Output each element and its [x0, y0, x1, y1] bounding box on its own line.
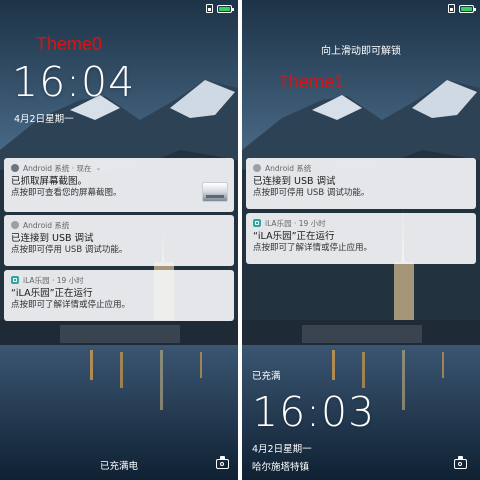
- notification-app-name: Android 系统 · 现在: [23, 163, 92, 173]
- camera-icon[interactable]: [454, 456, 467, 469]
- theme-label: Theme0: [36, 34, 103, 54]
- notification-ila-running[interactable]: iLA乐园 · 19 小时 “iLA乐园”正在运行 点按即可了解详情或停止应用。: [246, 213, 476, 264]
- lockscreen-clock: 16:03: [252, 388, 376, 436]
- notification-app-name: Android 系统: [265, 163, 312, 173]
- notification-title: 已连接到 USB 调试: [253, 176, 336, 187]
- notification-usb-debugging[interactable]: Android 系统 已连接到 USB 调试 点按即可停用 USB 调试功能。: [246, 158, 476, 209]
- notification-app-name: iLA乐园 · 19 小时: [23, 275, 84, 285]
- notification-body: 点按即可停用 USB 调试功能。: [11, 245, 128, 255]
- notification-app-name: Android 系统: [23, 220, 70, 230]
- notification-ila-running[interactable]: iLA乐园 · 19 小时 “iLA乐园”正在运行 点按即可了解详情或停止应用。: [4, 270, 234, 321]
- lockscreen-theme0: Theme0 16:04 4月2日星期一 Android 系统 · 现在 ⌄ 已…: [0, 0, 238, 480]
- chevron-down-icon[interactable]: ⌄: [96, 164, 102, 172]
- lockscreen-date: 4月2日星期一: [14, 114, 74, 125]
- notification-usb-debugging[interactable]: Android 系统 已连接到 USB 调试 点按即可停用 USB 调试功能。: [4, 215, 234, 266]
- notification-app-name: iLA乐园 · 19 小时: [265, 218, 326, 228]
- swipe-up-hint: 向上滑动即可解锁: [321, 46, 401, 57]
- battery-icon: [217, 4, 234, 13]
- theme-label: Theme1: [278, 72, 345, 92]
- sim-card-icon: [448, 4, 455, 13]
- status-bar: [448, 4, 476, 13]
- notification-body: 点按即可停用 USB 调试功能。: [253, 188, 370, 198]
- battery-icon: [459, 4, 476, 13]
- sim-card-icon: [206, 4, 213, 13]
- android-system-icon: [11, 164, 19, 172]
- android-system-icon: [11, 221, 19, 229]
- notification-title: “iLA乐园”正在运行: [11, 288, 93, 299]
- ila-app-icon: [253, 219, 261, 227]
- notification-body: 点按即可了解详情或停止应用。: [11, 300, 131, 310]
- notification-title: 已连接到 USB 调试: [11, 233, 94, 244]
- ila-app-icon: [11, 276, 19, 284]
- notification-body: 点按即可了解详情或停止应用。: [253, 243, 373, 253]
- lockscreen-theme1: 向上滑动即可解锁 Theme1 Android 系统 已连接到 USB 调试 点…: [242, 0, 480, 480]
- notification-title: 已抓取屏幕截图。: [11, 176, 88, 187]
- notification-screenshot[interactable]: Android 系统 · 现在 ⌄ 已抓取屏幕截图。 点按即可查看您的屏幕截图。: [4, 158, 234, 212]
- lockscreen-date: 4月2日星期一: [252, 444, 312, 455]
- notification-body: 点按即可查看您的屏幕截图。: [11, 188, 122, 198]
- lockscreen-clock: 16:04: [12, 58, 136, 106]
- location-label: 哈尔施塔特镇: [252, 462, 310, 473]
- notification-title: “iLA乐园”正在运行: [253, 231, 335, 242]
- screenshot-thumbnail[interactable]: [202, 182, 228, 202]
- charging-status: 已充满: [252, 371, 281, 382]
- camera-icon[interactable]: [216, 456, 229, 469]
- android-system-icon: [253, 164, 261, 172]
- charging-status: 已充满电: [99, 461, 138, 472]
- status-bar: [206, 4, 234, 13]
- screenshot-comparison: Theme0 16:04 4月2日星期一 Android 系统 · 现在 ⌄ 已…: [0, 0, 480, 480]
